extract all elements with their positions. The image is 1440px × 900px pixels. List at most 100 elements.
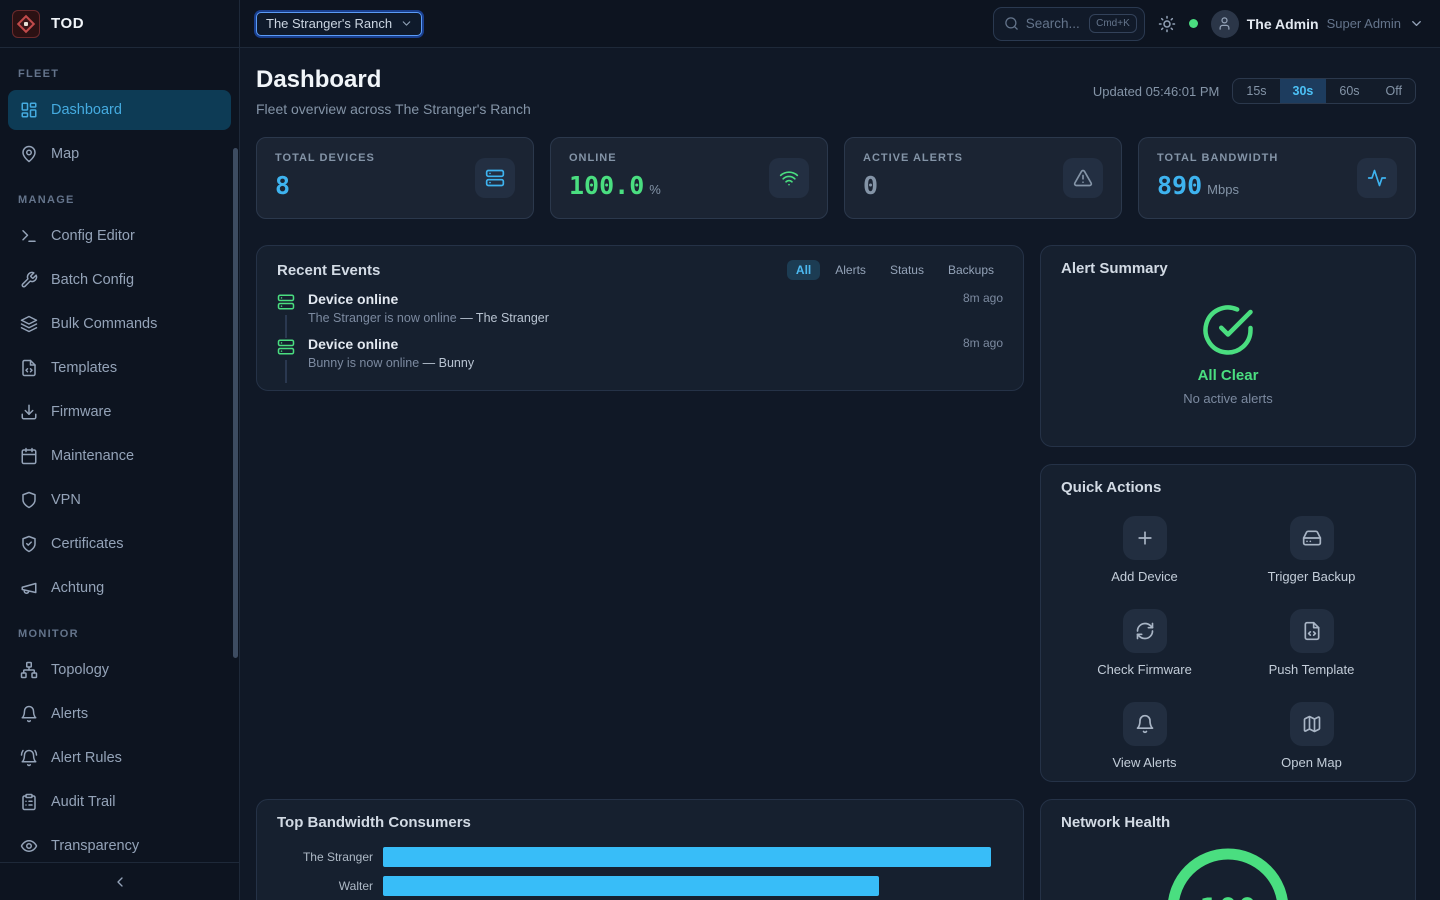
alert-detail: No active alerts	[1183, 391, 1273, 406]
eye-icon	[20, 837, 38, 855]
event-row: Device online 8m ago Bunny is now online…	[277, 336, 1003, 370]
view-alerts-button[interactable]: View Alerts	[1061, 702, 1228, 770]
refresh-option-15s[interactable]: 15s	[1233, 79, 1279, 103]
alert-triangle-icon	[1063, 158, 1103, 198]
sidebar-item-label: Certificates	[51, 536, 124, 552]
brand-name: TOD	[51, 15, 84, 32]
check-circle-icon	[1201, 303, 1255, 357]
activity-icon	[1357, 158, 1397, 198]
trigger-backup-button[interactable]: Trigger Backup	[1228, 516, 1395, 584]
sidebar-item-alerts[interactable]: Alerts	[8, 694, 231, 734]
sidebar-item-topology[interactable]: Topology	[8, 650, 231, 690]
sidebar-collapse-button[interactable]	[0, 862, 239, 900]
stat-value: 8	[275, 171, 290, 200]
add-device-button[interactable]: Add Device	[1061, 516, 1228, 584]
hard-drive-icon	[1290, 516, 1334, 560]
sidebar-item-label: Topology	[51, 662, 109, 678]
stat-label: TOTAL DEVICES	[275, 152, 375, 164]
sidebar-item-label: Alerts	[51, 706, 88, 722]
recent-events-title: Recent Events	[277, 262, 380, 279]
user-name: The Admin	[1247, 16, 1319, 32]
stat-card-active-alerts: ACTIVE ALERTS 0	[844, 137, 1122, 219]
sidebar-item-audit-trail[interactable]: Audit Trail	[8, 782, 231, 822]
filter-alerts[interactable]: Alerts	[826, 260, 875, 280]
layers-icon	[20, 315, 38, 333]
sidebar-scrollbar[interactable]	[233, 148, 238, 658]
fleet-selector[interactable]: The Stranger's Ranch	[256, 12, 422, 36]
refresh-option-30s[interactable]: 30s	[1280, 79, 1327, 103]
event-time: 8m ago	[963, 291, 1003, 307]
calendar-icon	[20, 447, 38, 465]
quick-action-label: Check Firmware	[1097, 662, 1192, 677]
stat-label: ACTIVE ALERTS	[863, 152, 963, 164]
sidebar-item-label: Maintenance	[51, 448, 134, 464]
user-menu[interactable]: The Admin Super Admin	[1211, 10, 1424, 38]
bar	[383, 876, 879, 896]
check-firmware-button[interactable]: Check Firmware	[1061, 609, 1228, 677]
sidebar-item-templates[interactable]: Templates	[8, 348, 231, 388]
stat-value: 0	[863, 171, 878, 200]
app-logo-icon	[12, 10, 40, 38]
sidebar-item-maintenance[interactable]: Maintenance	[8, 436, 231, 476]
bar	[383, 847, 991, 867]
section-label-monitor: MONITOR	[18, 628, 221, 640]
sidebar-item-dashboard[interactable]: Dashboard	[8, 90, 231, 130]
push-template-button[interactable]: Push Template	[1228, 609, 1395, 677]
chevron-left-icon	[112, 874, 128, 890]
quick-action-label: View Alerts	[1112, 755, 1176, 770]
shield-icon	[20, 491, 38, 509]
plus-icon	[1123, 516, 1167, 560]
open-map-button[interactable]: Open Map	[1228, 702, 1395, 770]
event-title: Device online	[308, 336, 398, 352]
stat-card-total-devices: TOTAL DEVICES 8	[256, 137, 534, 219]
sidebar-item-certificates[interactable]: Certificates	[8, 524, 231, 564]
sidebar-item-label: Templates	[51, 360, 117, 376]
bandwidth-chart: The Stranger Walter	[277, 847, 1003, 896]
updated-timestamp: Updated 05:46:01 PM	[1093, 84, 1219, 99]
sidebar-item-vpn[interactable]: VPN	[8, 480, 231, 520]
sidebar-item-label: Batch Config	[51, 272, 134, 288]
filter-backups[interactable]: Backups	[939, 260, 1003, 280]
sidebar-item-label: Config Editor	[51, 228, 135, 244]
search-input[interactable]	[1026, 16, 1082, 31]
sidebar-item-label: Map	[51, 146, 79, 162]
file-code-icon	[20, 359, 38, 377]
network-health-panel: Network Health 100	[1040, 799, 1416, 900]
download-icon	[20, 403, 38, 421]
sidebar-item-transparency[interactable]: Transparency	[8, 826, 231, 862]
search-box[interactable]: Cmd+K	[993, 7, 1145, 41]
sidebar-item-bulk-commands[interactable]: Bulk Commands	[8, 304, 231, 344]
timeline-connector	[285, 360, 287, 383]
theme-toggle-sun-icon[interactable]	[1158, 15, 1176, 33]
sidebar-item-map[interactable]: Map	[8, 134, 231, 174]
alert-summary-title: Alert Summary	[1061, 260, 1395, 277]
alert-summary-panel: Alert Summary All Clear No active alerts	[1040, 245, 1416, 447]
quick-action-label: Trigger Backup	[1268, 569, 1356, 584]
quick-action-label: Open Map	[1281, 755, 1342, 770]
wifi-icon	[769, 158, 809, 198]
filter-status[interactable]: Status	[881, 260, 933, 280]
event-description: Bunny is now online	[308, 356, 419, 370]
stat-unit: %	[649, 182, 661, 197]
sidebar-item-label: Achtung	[51, 580, 104, 596]
sidebar-item-label: VPN	[51, 492, 81, 508]
sidebar: FLEET Dashboard Map MANAGE Config Editor…	[0, 48, 240, 900]
sidebar-item-batch-config[interactable]: Batch Config	[8, 260, 231, 300]
timeline-connector	[285, 315, 287, 338]
dashboard-icon	[20, 101, 38, 119]
filter-all[interactable]: All	[787, 260, 820, 280]
refresh-option-60s[interactable]: 60s	[1326, 79, 1372, 103]
health-value: 100	[1199, 891, 1257, 900]
refresh-option-off[interactable]: Off	[1373, 79, 1415, 103]
sidebar-item-achtung[interactable]: Achtung	[8, 568, 231, 608]
event-title: Device online	[308, 291, 398, 307]
sidebar-item-config-editor[interactable]: Config Editor	[8, 216, 231, 256]
sidebar-item-firmware[interactable]: Firmware	[8, 392, 231, 432]
server-icon	[277, 293, 295, 311]
bell-icon	[1123, 702, 1167, 746]
sidebar-item-alert-rules[interactable]: Alert Rules	[8, 738, 231, 778]
bar-row: Walter	[277, 876, 1003, 896]
network-health-title: Network Health	[1061, 814, 1170, 831]
bar-row: The Stranger	[277, 847, 1003, 867]
recent-events-panel: Recent Events All Alerts Status Backups	[256, 245, 1024, 391]
